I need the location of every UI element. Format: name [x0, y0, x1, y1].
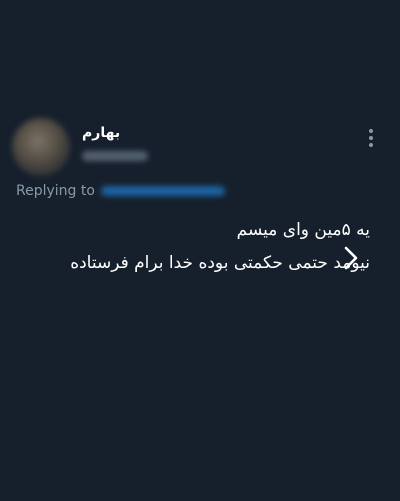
tweet-card: بهارم Replying to یه ۵مین وای میسم نیومد…	[0, 0, 400, 501]
chevron-right-icon[interactable]	[341, 245, 361, 271]
more-dot	[369, 129, 373, 133]
replying-to-label: Replying to	[16, 183, 95, 199]
username-handle-blurred[interactable]	[82, 151, 148, 161]
tweet-text: یه ۵مین وای میسم نیومد حتمی حکمتی بوده خ…	[20, 214, 370, 280]
replying-to: Replying to	[16, 183, 225, 199]
avatar[interactable]	[12, 118, 70, 176]
tweet-text-line-1: یه ۵مین وای میسم	[236, 220, 370, 240]
replying-to-handle-blurred[interactable]	[100, 186, 225, 196]
more-dot	[369, 136, 373, 140]
more-dot	[369, 143, 373, 147]
more-options-icon[interactable]	[360, 126, 382, 150]
tweet-text-line-2: نیومد حتمی حکمتی بوده خدا برام فرستاده	[70, 253, 370, 273]
display-name[interactable]: بهارم	[82, 125, 120, 141]
